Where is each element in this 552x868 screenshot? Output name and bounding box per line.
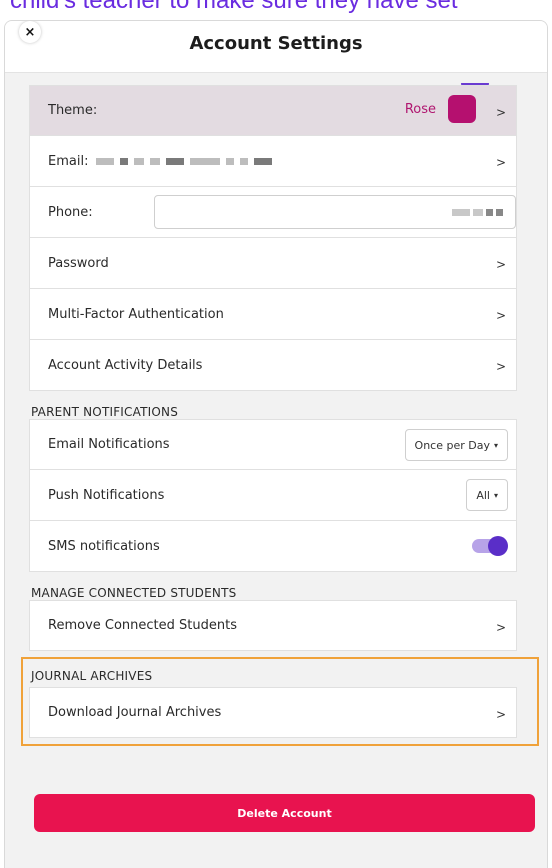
push-notifications-select[interactable]: All ▾ [466, 479, 508, 511]
email-notifications-row: Email Notifications Once per Day ▾ [29, 419, 517, 470]
mfa-label: Multi-Factor Authentication [48, 306, 224, 322]
toggle-knob [488, 536, 508, 556]
push-notifications-label: Push Notifications [48, 487, 165, 503]
remove-students-label: Remove Connected Students [48, 618, 237, 633]
parent-notifications-heading: PARENT NOTIFICATIONS [31, 405, 179, 419]
modal-header: × Account Settings [5, 21, 547, 73]
caret-down-icon: ▾ [493, 490, 498, 500]
account-settings-modal: × Account Settings Theme: Rose > Email: … [4, 20, 548, 868]
chevron-right-icon: > [495, 619, 506, 634]
email-notifications-label: Email Notifications [48, 437, 170, 452]
chevron-right-icon: > [495, 359, 506, 374]
email-notifications-value: Once per Day [414, 438, 490, 452]
password-row[interactable]: Password > [29, 238, 517, 289]
password-label: Password [48, 255, 109, 271]
phone-row: Phone: [29, 187, 517, 238]
mfa-row[interactable]: Multi-Factor Authentication > [29, 289, 517, 340]
download-archives-row[interactable]: Download Journal Archives > [29, 687, 517, 738]
background-banner: child's teacher to make sure they have s… [0, 0, 552, 20]
chevron-right-icon: > [495, 257, 506, 272]
sms-notifications-row: SMS notifications [29, 521, 517, 572]
page-title: Account Settings [189, 33, 363, 54]
email-notifications-select[interactable]: Once per Day ▾ [404, 429, 508, 461]
phone-label: Phone: [48, 204, 93, 220]
email-label: Email: [48, 153, 89, 169]
chevron-right-icon: > [495, 308, 506, 323]
chevron-right-icon: > [495, 155, 506, 170]
theme-value: Rose [404, 102, 436, 117]
sms-notifications-label: SMS notifications [48, 538, 160, 554]
account-activity-row[interactable]: Account Activity Details > [29, 340, 517, 391]
theme-row[interactable]: Theme: Rose > [29, 85, 517, 136]
settings-list: Theme: Rose > Email: > Phone: Password > [21, 85, 539, 746]
email-row[interactable]: Email: > [29, 136, 517, 187]
download-archives-label: Download Journal Archives [48, 705, 222, 720]
push-notifications-row: Push Notifications All ▾ [29, 470, 517, 521]
phone-input[interactable] [154, 195, 516, 229]
journal-archives-highlight: JOURNAL ARCHIVES Download Journal Archiv… [21, 657, 539, 746]
theme-label: Theme: [48, 103, 98, 118]
delete-account-button[interactable]: Delete Account [34, 794, 535, 832]
email-redacted-value [96, 157, 273, 165]
account-activity-label: Account Activity Details [48, 357, 203, 373]
push-notifications-value: All [476, 488, 490, 502]
remove-students-row[interactable]: Remove Connected Students > [29, 600, 517, 651]
journal-archives-heading: JOURNAL ARCHIVES [31, 669, 153, 683]
chevron-right-icon: > [495, 104, 506, 119]
banner-text: child's teacher to make sure they have s… [10, 0, 458, 14]
phone-redacted-value [452, 209, 503, 216]
theme-color-swatch[interactable] [448, 95, 476, 123]
chevron-right-icon: > [495, 706, 506, 721]
manage-students-heading: MANAGE CONNECTED STUDENTS [31, 586, 237, 600]
caret-down-icon: ▾ [493, 440, 498, 450]
sms-notifications-toggle[interactable] [472, 536, 508, 556]
